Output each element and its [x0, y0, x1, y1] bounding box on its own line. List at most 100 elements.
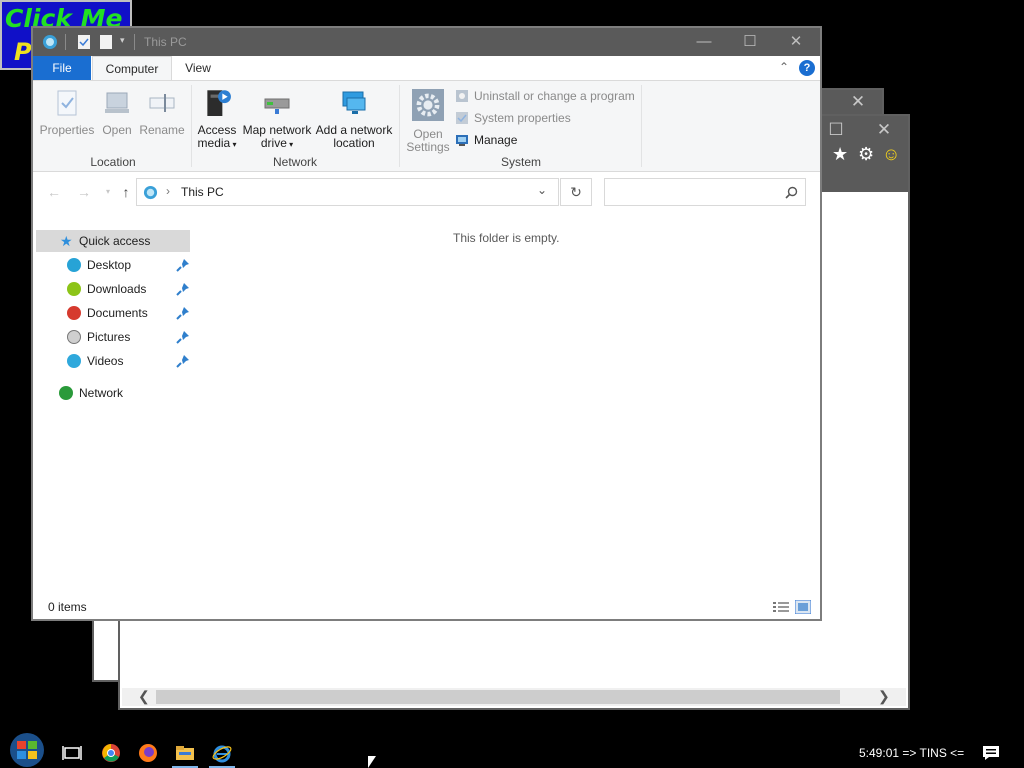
help-icon[interactable]: ? — [799, 60, 815, 76]
properties-button[interactable]: Properties — [39, 89, 95, 137]
system-properties-button[interactable]: System properties — [455, 111, 571, 125]
taskbar: 5:49:01 => TINS <= — [0, 733, 1024, 768]
forward-button[interactable]: → — [75, 183, 93, 201]
pin-icon[interactable] — [175, 305, 191, 321]
customize-toolbar-icon[interactable]: ▾ — [120, 35, 125, 46]
nav-item-pictures[interactable]: Pictures — [33, 326, 193, 348]
videos-icon — [67, 354, 81, 368]
maximize-button[interactable]: ☐ — [727, 28, 773, 56]
recent-locations-button[interactable]: ▾ — [99, 183, 117, 201]
scroll-left-icon[interactable]: ❮ — [138, 688, 150, 705]
nav-item-network[interactable]: Network — [33, 382, 193, 404]
close-icon[interactable]: ✕ — [874, 120, 894, 140]
close-button[interactable]: ✕ — [773, 28, 819, 56]
access-media-icon — [207, 90, 231, 116]
system-properties-icon — [456, 112, 468, 124]
nav-item-quick-access[interactable]: ★ Quick access — [36, 230, 190, 252]
documents-icon — [67, 306, 81, 320]
banner-line2: P — [14, 38, 32, 66]
access-media-label-2: media — [197, 136, 231, 150]
group-label-network: Network — [272, 155, 317, 169]
pictures-icon — [67, 330, 81, 344]
minimize-button[interactable]: — — [681, 28, 727, 56]
add-network-location-button[interactable]: Add a network location — [315, 89, 393, 150]
address-dropdown-icon[interactable]: ⌄ — [537, 183, 547, 197]
navigation-pane: ★ Quick access Desktop Downloads Documen… — [33, 228, 193, 598]
nav-item-label: Videos — [87, 354, 124, 368]
nav-item-label: Desktop — [87, 258, 132, 272]
uninstall-program-button[interactable]: Uninstall or change a program — [455, 89, 635, 103]
scroll-thumb[interactable] — [156, 690, 840, 704]
star-icon[interactable]: ★ — [832, 144, 848, 165]
large-icons-view-icon[interactable] — [795, 600, 811, 614]
task-view-icon[interactable] — [62, 743, 82, 763]
new-folder-quick-icon[interactable] — [99, 34, 113, 50]
start-button-icon[interactable] — [8, 732, 46, 768]
nav-item-label: Network — [79, 386, 124, 400]
refresh-button[interactable]: ↻ — [560, 178, 592, 206]
nav-item-label: Documents — [87, 306, 148, 320]
window-title: This PC — [144, 35, 187, 49]
manage-button[interactable]: Manage — [455, 133, 517, 147]
title-bar[interactable]: ▾ This PC — ☐ ✕ — [33, 28, 820, 56]
uninstall-icon — [456, 90, 468, 102]
back-button[interactable]: ← — [45, 183, 63, 201]
nav-item-documents[interactable]: Documents — [33, 302, 193, 324]
smiley-icon[interactable]: ☺ — [882, 144, 900, 165]
internet-explorer-icon[interactable] — [212, 743, 232, 763]
open-settings-button[interactable]: Open Settings — [405, 89, 451, 154]
system-properties-label: System properties — [474, 111, 571, 125]
empty-folder-message: This folder is empty. — [453, 231, 560, 245]
search-icon[interactable] — [785, 186, 798, 199]
maximize-icon[interactable]: ☐ — [826, 120, 846, 140]
nav-item-label: Downloads — [87, 282, 147, 296]
address-bar[interactable]: › This PC ⌄ — [136, 178, 559, 206]
pin-icon[interactable] — [175, 329, 191, 345]
rename-icon — [149, 94, 175, 112]
map-network-drive-button[interactable]: Map network drive ▾ — [241, 89, 313, 151]
details-view-icon[interactable] — [773, 601, 789, 614]
open-button[interactable]: Open — [99, 89, 135, 137]
collapse-ribbon-icon[interactable]: ⌃ — [779, 60, 789, 74]
group-separator — [641, 85, 642, 167]
ribbon: Properties Open Rename Location Access m… — [33, 81, 820, 172]
this-pc-icon — [143, 185, 158, 200]
action-center-icon[interactable] — [982, 745, 1000, 761]
network-icon — [59, 386, 73, 400]
scroll-right-icon[interactable]: ❯ — [878, 688, 890, 705]
dropdown-arrow-icon: ▾ — [230, 140, 237, 149]
breadcrumb-this-pc[interactable]: This PC — [181, 185, 224, 199]
properties-quick-icon[interactable] — [77, 34, 91, 50]
open-icon — [105, 92, 129, 113]
firefox-icon[interactable] — [138, 743, 158, 763]
pin-icon[interactable] — [175, 281, 191, 297]
nav-item-label: Quick access — [79, 234, 151, 248]
open-settings-label-2: Settings — [406, 140, 450, 154]
item-count: 0 items — [48, 600, 87, 614]
mouse-cursor-icon — [368, 756, 376, 768]
tab-view[interactable]: View — [173, 56, 223, 80]
group-label-system: System — [500, 155, 541, 169]
explorer-window[interactable]: ▾ This PC — ☐ ✕ File Computer View ⌃ ? P… — [31, 26, 822, 621]
nav-item-downloads[interactable]: Downloads — [33, 278, 193, 300]
pin-icon[interactable] — [175, 257, 191, 273]
pin-icon[interactable] — [175, 353, 191, 369]
manage-label: Manage — [474, 133, 518, 147]
tab-computer[interactable]: Computer — [92, 56, 172, 80]
close-icon[interactable]: ✕ — [848, 92, 868, 112]
gear-icon[interactable]: ⚙ — [858, 144, 874, 165]
map-network-drive-label-2: drive — [260, 136, 287, 150]
rename-button[interactable]: Rename — [139, 89, 185, 137]
up-button[interactable]: ↑ — [117, 183, 135, 201]
access-media-button[interactable]: Access media ▾ — [197, 85, 237, 151]
taskbar-clock[interactable]: 5:49:01 => TINS <= — [859, 746, 964, 760]
file-explorer-icon[interactable] — [175, 743, 195, 763]
settings-gear-icon — [412, 89, 444, 121]
horizontal-scrollbar[interactable]: ❮ ❯ — [122, 688, 906, 706]
chrome-icon[interactable] — [101, 743, 121, 763]
nav-item-videos[interactable]: Videos — [33, 350, 193, 372]
search-input[interactable] — [604, 178, 806, 206]
nav-item-desktop[interactable]: Desktop — [33, 254, 193, 276]
dropdown-arrow-icon: ▾ — [286, 140, 294, 149]
tab-file[interactable]: File — [33, 56, 91, 80]
